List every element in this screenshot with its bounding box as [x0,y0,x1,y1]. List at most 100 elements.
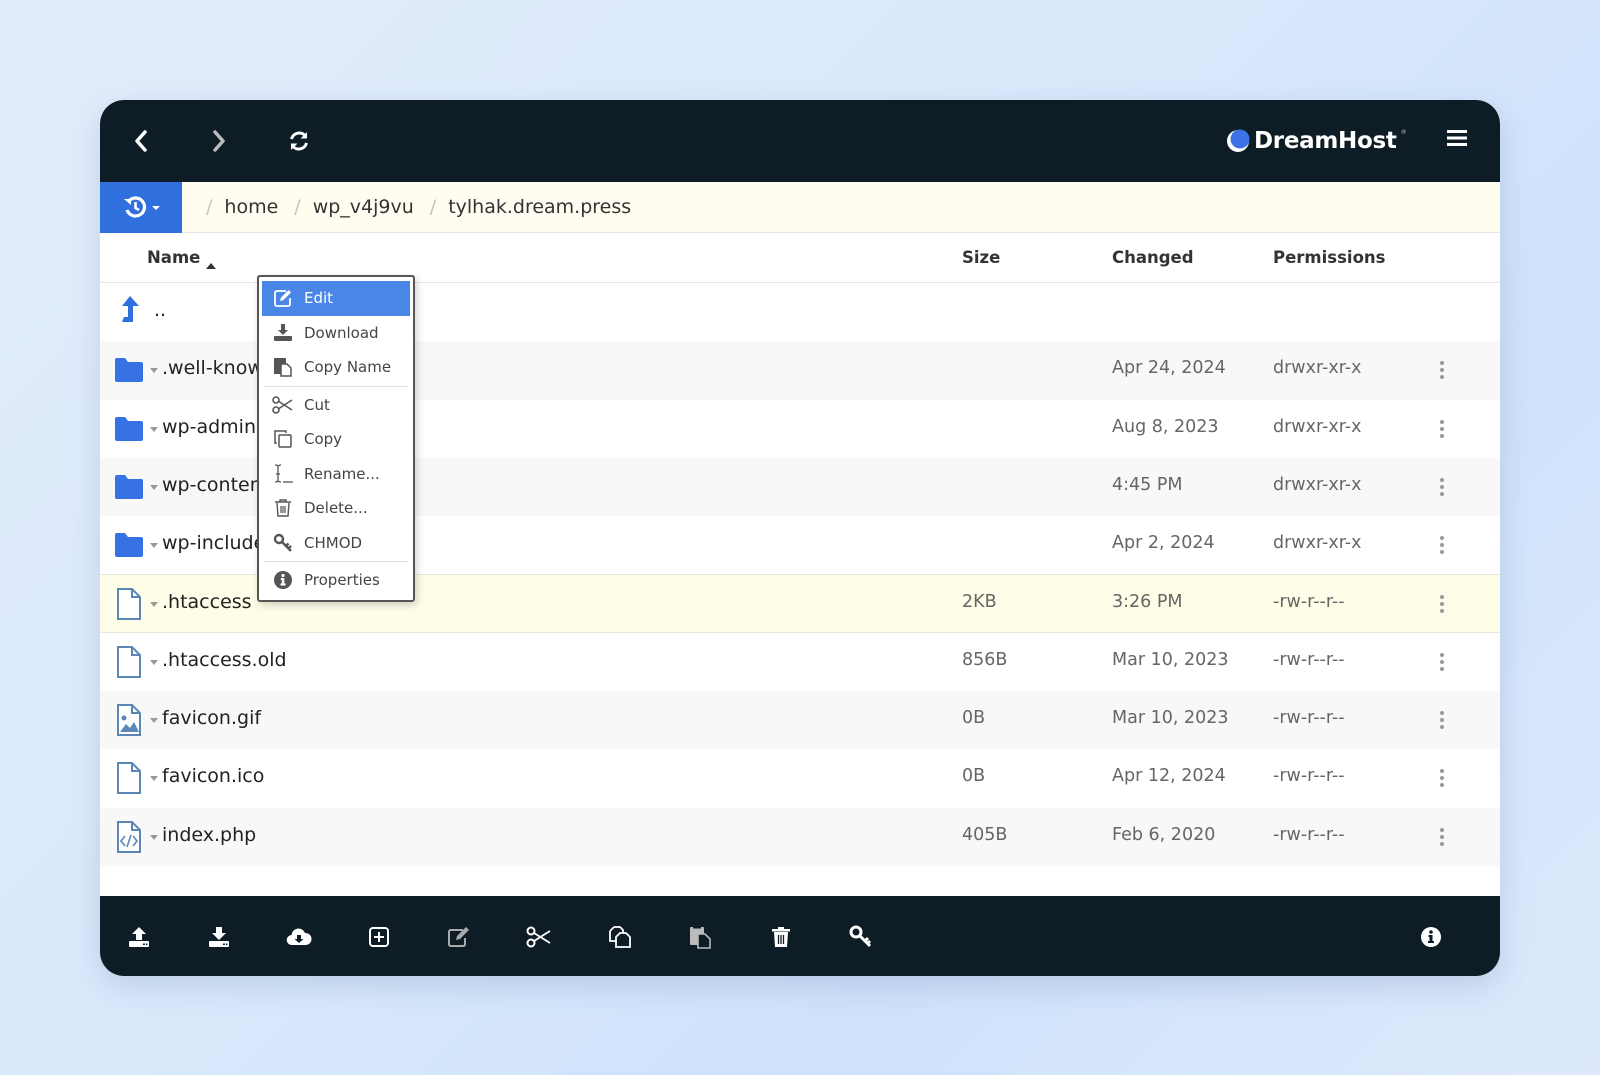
info-icon [1421,927,1441,947]
row-dropdown-caret-icon[interactable] [150,484,158,490]
column-header-name-label: Name [147,248,201,267]
key-icon [849,925,872,948]
paste-button[interactable] [687,924,713,950]
column-header-size[interactable]: Size [962,248,1000,267]
column-header-changed[interactable]: Changed [1112,248,1194,267]
edit-icon [448,927,469,947]
dreamhost-logo: DreamHost ® [1226,126,1407,156]
key-icon [272,532,294,554]
context-menu-label: Delete... [304,499,368,518]
file-permissions: -rw-r--r-- [1273,649,1345,670]
trash-icon [272,497,294,519]
back-button[interactable] [124,124,158,158]
file-changed: Apr 24, 2024 [1112,358,1226,379]
context-menu-item-delete[interactable]: Delete... [262,491,410,526]
column-header-permissions[interactable]: Permissions [1273,248,1385,267]
breadcrumb-bar: / home / wp_v4j9vu / tylhak.dream.press [100,181,1500,233]
context-menu-label: Copy Name [304,358,392,377]
paste-icon [690,926,711,949]
file-name: wp-content [162,473,270,496]
context-menu-item-copy-name[interactable]: Copy Name [262,350,410,385]
file-row[interactable]: .htaccess.old 856B Mar 10, 2023 -rw-r--r-- [100,632,1500,692]
context-menu-item-chmod[interactable]: CHMOD [262,526,410,561]
context-menu-item-properties[interactable]: Properties [262,563,410,598]
delete-button[interactable] [768,924,794,950]
info-button[interactable] [1418,924,1444,950]
row-actions-kebab-icon[interactable] [1436,419,1448,438]
context-menu-label: Copy [304,430,343,449]
level-up-icon [122,296,139,322]
row-dropdown-caret-icon[interactable] [150,659,158,665]
row-actions-kebab-icon[interactable] [1436,536,1448,555]
rename-cursor-icon [272,463,294,485]
sort-ascending-icon [206,263,217,269]
cut-button[interactable] [526,924,552,950]
file-size: 405B [962,824,1008,845]
scissors-icon [526,926,551,948]
chmod-button[interactable] [848,924,874,950]
file-row[interactable]: index.php 405B Feb 6, 2020 -rw-r--r-- [100,807,1500,866]
logo-text: DreamHost [1254,128,1397,154]
folder-icon [115,474,143,499]
copy-button[interactable] [607,924,633,950]
breadcrumb-item-site[interactable]: tylhak.dream.press [448,196,631,218]
upload-button[interactable] [126,924,152,950]
forward-button[interactable] [202,124,236,158]
file-changed: Apr 2, 2024 [1112,533,1215,554]
file-permissions: -rw-r--r-- [1273,592,1345,613]
breadcrumb-item-wp[interactable]: wp_v4j9vu [313,196,414,218]
download-button[interactable] [206,924,232,950]
file-changed: Feb 6, 2020 [1112,824,1216,845]
row-actions-kebab-icon[interactable] [1436,827,1448,846]
context-menu-item-download[interactable]: Download [262,316,410,351]
row-dropdown-caret-icon[interactable] [150,718,158,724]
context-menu-item-cut[interactable]: Cut [262,388,410,423]
row-dropdown-caret-icon[interactable] [150,543,158,549]
history-dropdown-button[interactable] [100,181,182,233]
folder-icon [115,416,143,441]
plus-square-icon [369,927,389,947]
row-actions-kebab-icon[interactable] [1436,477,1448,496]
context-menu-item-rename[interactable]: Rename... [262,457,410,492]
row-dropdown-caret-icon[interactable] [150,426,158,432]
top-navigation-bar: DreamHost ® [100,100,1500,182]
breadcrumb-item-home[interactable]: home [224,196,278,218]
info-icon [272,569,294,591]
edit-button[interactable] [446,924,472,950]
row-actions-kebab-icon[interactable] [1436,361,1448,380]
file-size: 856B [962,649,1008,670]
file-permissions: drwxr-xr-x [1273,416,1362,437]
context-menu-label: Properties [304,571,380,590]
context-menu-item-copy[interactable]: Copy [262,422,410,457]
file-icon [117,645,141,678]
copy-icon [609,926,631,948]
history-icon [124,196,147,218]
row-actions-kebab-icon[interactable] [1436,595,1448,614]
row-dropdown-caret-icon[interactable] [150,834,158,840]
moon-logo-icon [1227,129,1250,152]
file-changed: 4:45 PM [1112,474,1183,495]
row-actions-kebab-icon[interactable] [1436,711,1448,730]
scissors-icon [272,394,294,416]
file-permissions: -rw-r--r-- [1273,766,1345,787]
row-dropdown-caret-icon[interactable] [150,602,158,608]
refresh-button[interactable] [282,124,316,158]
file-row[interactable]: favicon.ico 0B Apr 12, 2024 -rw-r--r-- [100,749,1500,808]
image-file-icon [117,704,141,737]
file-changed: Mar 10, 2023 [1112,649,1229,670]
new-item-button[interactable] [366,924,392,950]
file-row[interactable]: favicon.gif 0B Mar 10, 2023 -rw-r--r-- [100,691,1500,750]
main-menu-button[interactable] [1446,128,1472,154]
folder-icon [115,533,143,558]
file-name: wp-admin [162,415,256,438]
file-name: .htaccess [162,591,252,614]
parent-directory-label: .. [154,299,167,321]
row-actions-kebab-icon[interactable] [1436,652,1448,671]
context-menu-item-edit[interactable]: Edit [262,281,410,316]
row-dropdown-caret-icon[interactable] [150,368,158,374]
row-dropdown-caret-icon[interactable] [150,776,158,782]
trash-icon [772,927,790,947]
row-actions-kebab-icon[interactable] [1436,769,1448,788]
column-header-name[interactable]: Name [147,248,217,269]
cloud-download-button[interactable] [286,924,312,950]
